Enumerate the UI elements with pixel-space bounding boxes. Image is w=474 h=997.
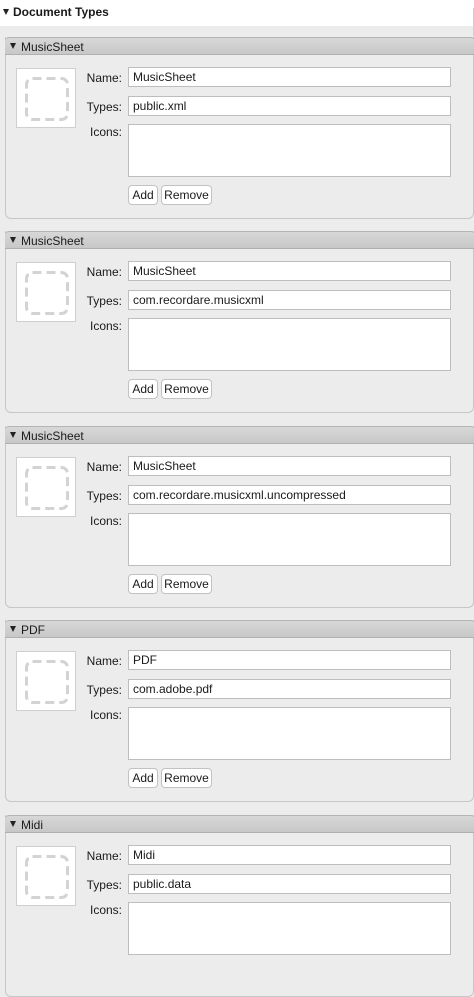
panel-title: MusicSheet: [21, 40, 84, 54]
name-field[interactable]: MusicSheet: [128, 67, 451, 87]
icon-placeholder-icon: [25, 855, 69, 899]
add-button[interactable]: Add: [128, 768, 158, 788]
icons-list[interactable]: [128, 902, 451, 955]
icons-label: Icons:: [89, 125, 122, 139]
document-type-panel: MusicSheet Name: MusicSheet Types: com.r…: [5, 231, 474, 413]
icon-well[interactable]: [16, 262, 76, 322]
document-types-header[interactable]: Document Types: [0, 0, 474, 26]
types-field[interactable]: com.recordare.musicxml: [128, 290, 451, 310]
panel-header[interactable]: PDF: [5, 620, 474, 638]
icons-label: Icons:: [89, 319, 122, 333]
types-field[interactable]: com.adobe.pdf: [128, 679, 451, 699]
name-field[interactable]: PDF: [128, 650, 451, 670]
icon-well[interactable]: [16, 651, 76, 711]
icon-placeholder-icon: [25, 466, 69, 510]
panel-title: MusicSheet: [21, 429, 84, 443]
icons-label: Icons:: [89, 514, 122, 528]
icons-list[interactable]: [128, 707, 451, 760]
types-label: Types:: [86, 100, 122, 114]
document-type-panel: MusicSheet Name: MusicSheet Types: publi…: [5, 37, 474, 219]
document-type-panel: Midi Name: Midi Types: public.data Icons…: [5, 815, 474, 997]
remove-button[interactable]: Remove: [161, 574, 212, 594]
name-label: Name:: [86, 460, 122, 474]
remove-button[interactable]: Remove: [161, 768, 212, 788]
name-label: Name:: [86, 849, 122, 863]
disclosure-triangle-icon[interactable]: [10, 43, 16, 49]
types-field[interactable]: com.recordare.musicxml.uncompressed: [128, 485, 451, 505]
icon-placeholder-icon: [25, 660, 69, 704]
name-label: Name:: [86, 265, 122, 279]
disclosure-triangle-icon[interactable]: [10, 432, 16, 438]
disclosure-triangle-icon[interactable]: [10, 626, 16, 632]
types-label: Types:: [86, 878, 122, 892]
types-field[interactable]: public.data: [128, 874, 451, 894]
panel-title: MusicSheet: [21, 234, 84, 248]
disclosure-triangle-icon[interactable]: [3, 9, 9, 15]
name-field[interactable]: MusicSheet: [128, 261, 451, 281]
icon-placeholder-icon: [25, 77, 69, 121]
name-label: Name:: [86, 654, 122, 668]
types-label: Types:: [86, 683, 122, 697]
add-button[interactable]: Add: [128, 379, 158, 399]
icon-well[interactable]: [16, 846, 76, 906]
remove-button[interactable]: Remove: [161, 185, 212, 205]
types-label: Types:: [86, 489, 122, 503]
types-label: Types:: [86, 294, 122, 308]
name-field[interactable]: Midi: [128, 845, 451, 865]
panel-header[interactable]: MusicSheet: [5, 37, 474, 55]
icon-well[interactable]: [16, 68, 76, 128]
icons-list[interactable]: [128, 124, 451, 177]
disclosure-triangle-icon[interactable]: [10, 821, 16, 827]
icon-well[interactable]: [16, 457, 76, 517]
section-title: Document Types: [13, 5, 109, 19]
panel-title: PDF: [21, 623, 45, 637]
name-field[interactable]: MusicSheet: [128, 456, 451, 476]
panel-title: Midi: [21, 818, 44, 832]
add-button[interactable]: Add: [128, 574, 158, 594]
panel-header[interactable]: Midi: [5, 815, 474, 833]
icon-placeholder-icon: [25, 271, 69, 315]
panel-header[interactable]: MusicSheet: [5, 231, 474, 249]
name-label: Name:: [86, 71, 122, 85]
add-button[interactable]: Add: [128, 185, 158, 205]
icons-label: Icons:: [89, 903, 122, 917]
types-field[interactable]: public.xml: [128, 96, 451, 116]
disclosure-triangle-icon[interactable]: [10, 237, 16, 243]
icons-list[interactable]: [128, 513, 451, 566]
icons-list[interactable]: [128, 318, 451, 371]
document-type-panel: MusicSheet Name: MusicSheet Types: com.r…: [5, 426, 474, 608]
remove-button[interactable]: Remove: [161, 379, 212, 399]
panel-header[interactable]: MusicSheet: [5, 426, 474, 444]
icons-label: Icons:: [89, 708, 122, 722]
document-type-panel: PDF Name: PDF Types: com.adobe.pdf Icons…: [5, 620, 474, 802]
